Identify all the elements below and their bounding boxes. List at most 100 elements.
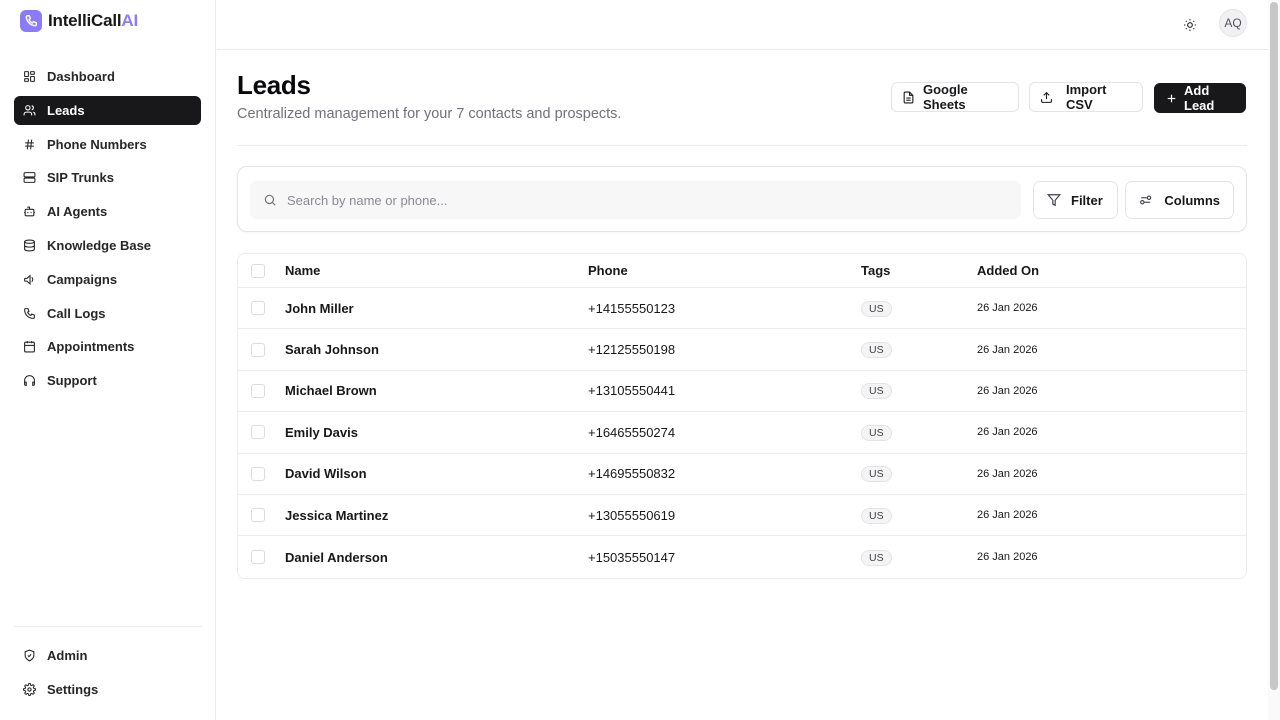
- shield-icon: [24, 649, 35, 662]
- plus-icon: [1167, 94, 1176, 102]
- tag-badge: US: [861, 342, 892, 359]
- search-box[interactable]: [250, 181, 1021, 219]
- sidebar-bottom-nav: Admin Settings: [14, 641, 201, 709]
- search-input[interactable]: [287, 192, 987, 208]
- table-row[interactable]: Jessica Martinez +13055550619 US 26 Jan …: [238, 495, 1246, 537]
- sidebar-item-support[interactable]: Support: [14, 366, 201, 395]
- google-sheets-button[interactable]: Google Sheets: [891, 82, 1019, 112]
- row-checkbox[interactable]: [251, 508, 265, 523]
- sidebar-item-label: Call Logs: [47, 305, 106, 321]
- sidebar-item-leads[interactable]: Leads: [14, 95, 201, 125]
- lead-name: David Wilson: [285, 466, 367, 482]
- sun-icon: [1184, 19, 1196, 31]
- sidebar-item-ai-agents[interactable]: AI Agents: [14, 197, 201, 226]
- sliders-icon: [1140, 195, 1152, 205]
- sidebar-nav: Dashboard Leads Phone Numbers SIP Trunks…: [14, 62, 201, 400]
- gear-icon: [23, 682, 36, 696]
- avatar[interactable]: AQ: [1219, 9, 1247, 37]
- lead-name: Jessica Martinez: [285, 507, 389, 523]
- sidebar-item-phone-numbers[interactable]: Phone Numbers: [14, 130, 201, 159]
- row-checkbox[interactable]: [251, 550, 265, 565]
- page-title: Leads: [237, 70, 311, 100]
- column-header-tags[interactable]: Tags: [861, 263, 890, 278]
- lead-tags: US: [861, 549, 892, 566]
- lead-name: Michael Brown: [285, 383, 377, 399]
- file-sheet-icon: [903, 91, 914, 103]
- sidebar-item-label: Campaigns: [47, 271, 118, 287]
- table-row[interactable]: Emily Davis +16465550274 US 26 Jan 2026: [238, 412, 1246, 454]
- lead-added-on: 26 Jan 2026: [977, 467, 1038, 480]
- phone-icon: [24, 307, 35, 319]
- select-all-checkbox[interactable]: [251, 263, 265, 278]
- lead-phone: +14155550123: [588, 300, 676, 316]
- columns-button[interactable]: Columns: [1125, 181, 1234, 219]
- scrollbar[interactable]: [1268, 0, 1280, 720]
- row-checkbox[interactable]: [251, 383, 265, 398]
- table-row[interactable]: John Miller +14155550123 US 26 Jan 2026: [238, 288, 1246, 330]
- row-checkbox[interactable]: [251, 342, 265, 357]
- theme-toggle-button[interactable]: [1180, 15, 1200, 35]
- sidebar-item-label: Settings: [47, 681, 99, 697]
- sidebar-item-sip-trunks[interactable]: SIP Trunks: [14, 163, 201, 192]
- server-icon: [23, 172, 36, 184]
- sidebar-item-campaigns[interactable]: Campaigns: [14, 265, 201, 294]
- lead-added-on: 26 Jan 2026: [977, 302, 1038, 315]
- lead-phone: +13055550619: [588, 507, 676, 523]
- column-header-added-on[interactable]: Added On: [977, 263, 1039, 278]
- brand-name: IntelliCallAI: [48, 11, 138, 30]
- calendar-icon: [24, 341, 35, 353]
- row-checkbox[interactable]: [251, 466, 265, 481]
- table-row[interactable]: Michael Brown +13105550441 US 26 Jan 202…: [238, 371, 1246, 413]
- lead-name: Emily Davis: [285, 424, 358, 440]
- dashboard-icon: [24, 71, 35, 82]
- sidebar: IntelliCallAI Dashboard Leads Phone Numb…: [0, 0, 216, 720]
- megaphone-icon: [24, 274, 34, 285]
- tag-badge: US: [861, 549, 892, 566]
- upload-icon: [1041, 91, 1052, 103]
- lead-tags: US: [861, 507, 892, 524]
- lead-added-on: 26 Jan 2026: [977, 551, 1038, 564]
- tag-badge: US: [861, 300, 892, 317]
- table-row[interactable]: Sarah Johnson +12125550198 US 26 Jan 202…: [238, 329, 1246, 371]
- add-lead-button[interactable]: Add Lead: [1154, 83, 1246, 113]
- sidebar-item-label: Appointments: [47, 339, 135, 355]
- table-row[interactable]: Daniel Anderson +15035550147 US 26 Jan 2…: [238, 536, 1246, 577]
- sidebar-item-dashboard[interactable]: Dashboard: [14, 62, 201, 91]
- sidebar-item-knowledge-base[interactable]: Knowledge Base: [14, 231, 201, 260]
- brand[interactable]: IntelliCallAI: [20, 10, 138, 32]
- leads-table: Name Phone Tags Added On John Miller +14…: [237, 253, 1247, 579]
- filter-button[interactable]: Filter: [1033, 181, 1118, 219]
- scrollbar-thumb[interactable]: [1270, 2, 1278, 690]
- sidebar-item-settings[interactable]: Settings: [14, 675, 201, 704]
- columns-label: Columns: [1164, 192, 1220, 208]
- database-icon: [24, 239, 35, 252]
- sidebar-item-label: SIP Trunks: [47, 170, 114, 186]
- tag-badge: US: [861, 424, 892, 441]
- search-toolbar: Filter Columns: [237, 166, 1247, 232]
- lead-added-on: 26 Jan 2026: [977, 509, 1038, 522]
- header-divider: [237, 145, 1247, 146]
- filter-icon: [1047, 194, 1061, 207]
- page-subtitle: Centralized management for your 7 contac…: [237, 106, 622, 122]
- sidebar-item-label: Leads: [47, 102, 85, 118]
- sidebar-item-label: Knowledge Base: [47, 237, 152, 253]
- row-checkbox[interactable]: [251, 301, 265, 316]
- column-header-phone[interactable]: Phone: [588, 263, 628, 278]
- import-csv-button[interactable]: Import CSV: [1029, 82, 1143, 112]
- lead-added-on: 26 Jan 2026: [977, 343, 1038, 356]
- sidebar-item-appointments[interactable]: Appointments: [14, 332, 201, 361]
- lead-added-on: 26 Jan 2026: [977, 384, 1038, 397]
- add-lead-label: Add Lead: [1184, 83, 1215, 113]
- sidebar-item-admin[interactable]: Admin: [14, 641, 201, 670]
- filter-label: Filter: [1071, 192, 1103, 208]
- sidebar-item-call-logs[interactable]: Call Logs: [14, 299, 201, 328]
- brand-logo-icon: [20, 10, 42, 32]
- sidebar-item-label: Phone Numbers: [47, 136, 147, 152]
- row-checkbox[interactable]: [251, 425, 265, 440]
- column-header-name[interactable]: Name: [285, 263, 320, 278]
- bot-icon: [24, 206, 35, 217]
- sidebar-item-label: AI Agents: [47, 204, 108, 220]
- topbar: AQ: [217, 0, 1268, 50]
- import-csv-label: Import CSV: [1066, 82, 1107, 112]
- table-row[interactable]: David Wilson +14695550832 US 26 Jan 2026: [238, 454, 1246, 495]
